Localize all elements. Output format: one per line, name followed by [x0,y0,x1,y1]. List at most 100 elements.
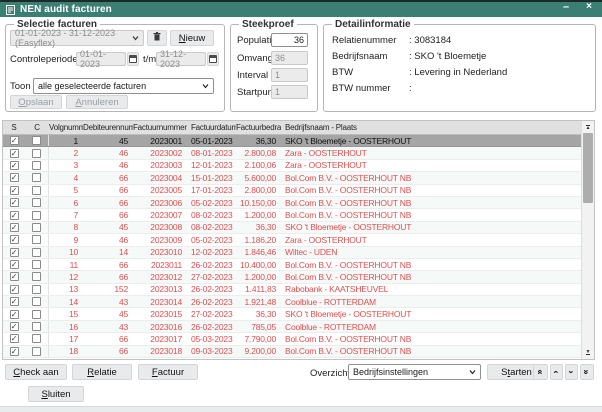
cell-bedrijfsnaam-plaats: SKO 't Bloemetje - OOSTERHOUT [281,309,581,319]
checkbox-checked[interactable]: ✓ [10,149,19,158]
checkbox-unchecked[interactable] [32,322,41,331]
checkbox-checked[interactable]: ✓ [10,211,19,220]
factuur-button[interactable]: Factuur [138,364,198,380]
table-row[interactable]: ✓13152202301326-02-20231.411,83Rabobank … [3,284,581,296]
scrollbar-thumb[interactable] [583,133,593,203]
next-record-button[interactable]: › [565,364,578,380]
cell-volgnummer: 5 [49,185,83,195]
cell-bedrijfsnaam-plaats: Bol.Com B.V. - OOSTERHOUT NB [281,272,581,282]
overzicht-dropdown[interactable]: Bedrijfsinstellingen [348,364,481,380]
checkbox-unchecked[interactable] [32,136,41,145]
table-row[interactable]: ✓946202300905-02-20231.186,20Zara - OOST… [3,234,581,246]
chevron-up-icon: ‹ [553,371,561,374]
checkbox-unchecked[interactable] [32,297,41,306]
vertical-scrollbar[interactable]: ▲ ▼ [581,121,594,359]
cell-factuurbedrag: 2.800,00 [236,185,281,195]
table-row[interactable]: ✓1766202301705-03-20237.790,00Bol.Com B.… [3,333,581,345]
checkbox-unchecked[interactable] [32,235,41,244]
cell-factuurnummer: 2023007 [133,210,187,220]
cell-s: ✓ [3,173,25,182]
checkbox-unchecked[interactable] [32,161,41,170]
minimize-button[interactable]: – [556,0,576,15]
checkbox-checked[interactable]: ✓ [10,260,19,269]
table-row[interactable]: ✓466202300415-01-20235.600,00Bol.Com B.V… [3,172,581,184]
chevron-down-icon [202,84,209,89]
table-row[interactable]: ✓845202300808-02-202336,30SKO 't Bloemet… [3,222,581,234]
table-row[interactable]: ✓346202300312-01-20232.100,06Zara - OOST… [3,160,581,172]
checkbox-unchecked[interactable] [32,260,41,269]
table-row[interactable]: ✓145202300105-01-202336,30SKO 't Bloemet… [3,135,581,147]
table-row[interactable]: ✓1166202301126-02-202310.400,00Bol.Com B… [3,259,581,271]
checkbox-checked[interactable]: ✓ [10,173,19,182]
cell-factuurdatum: 26-02-2023 [187,260,236,270]
toon-dropdown[interactable]: alle geselecteerde facturen [33,78,214,94]
calendar-to-button[interactable] [207,52,219,66]
annuleren-button: Annuleren [66,95,128,109]
period-dropdown[interactable]: 01-01-2023 - 31-12-2023 (Easyflex) [10,30,144,46]
relatie-button[interactable]: Relatie [72,364,132,380]
checkbox-checked[interactable]: ✓ [10,136,19,145]
detailinformatie-group: Detailinformatie Relatienummer: 3083184 … [323,24,596,112]
cell-factuurnummer: 2023004 [133,173,187,183]
delete-selection-button[interactable] [147,30,167,46]
table-row[interactable]: ✓566202300517-01-20232.800,00Bol.Com B.V… [3,185,581,197]
checkbox-unchecked[interactable] [32,173,41,182]
checkbox-unchecked[interactable] [32,248,41,257]
checkbox-unchecked[interactable] [32,285,41,294]
cell-factuurnummer: 2023014 [133,297,187,307]
table-row[interactable]: ✓246202300208-01-20232.800,08Zara - OOST… [3,147,581,159]
checkbox-unchecked[interactable] [32,186,41,195]
table-row[interactable]: ✓1545202301527-02-202336,30SKO 't Bloeme… [3,308,581,320]
table-row[interactable]: ✓1014202301012-02-20231.846,46Wiltec - U… [3,247,581,259]
cell-volgnummer: 15 [49,309,83,319]
table-row[interactable]: ✓666202300605-02-202310.150,00Bol.Com B.… [3,197,581,209]
check-aan-button[interactable]: Check aan [5,364,67,380]
checkbox-checked[interactable]: ✓ [10,310,19,319]
table-row[interactable]: ✓1443202301426-02-20231.921,48Coolblue -… [3,296,581,308]
previous-record-button[interactable]: ‹ [550,364,563,380]
cell-factuurbedrag: 36,30 [236,136,281,146]
checkbox-checked[interactable]: ✓ [10,161,19,170]
last-record-button[interactable]: » [580,364,594,380]
checkbox-unchecked[interactable] [32,310,41,319]
populatie-input[interactable]: 36 [271,33,308,47]
calendar-from-button[interactable] [127,52,139,66]
cell-volgnummer: 17 [49,334,83,344]
table-row[interactable]: ✓766202300708-02-20231.200,00Bol.Com B.V… [3,209,581,221]
cell-factuurnummer: 2023018 [133,346,187,356]
checkbox-unchecked[interactable] [32,272,41,281]
checkbox-checked[interactable]: ✓ [10,334,19,343]
checkbox-unchecked[interactable] [32,198,41,207]
scroll-to-top-button[interactable]: ▲ [582,122,594,133]
checkbox-unchecked[interactable] [32,223,41,232]
checkbox-unchecked[interactable] [32,347,41,356]
checkbox-unchecked[interactable] [32,334,41,343]
table-row[interactable]: ✓1643202301626-02-2023785,05Coolblue - R… [3,321,581,333]
cell-s: ✓ [3,186,25,195]
table-row[interactable]: ✓1266202301227-02-20231.200,00Bol.Com B.… [3,271,581,283]
checkbox-checked[interactable]: ✓ [10,235,19,244]
checkbox-checked[interactable]: ✓ [10,347,19,356]
checkbox-checked[interactable]: ✓ [10,186,19,195]
cell-bedrijfsnaam-plaats: Bol.Com B.V. - OOSTERHOUT NB [281,185,581,195]
checkbox-checked[interactable]: ✓ [10,285,19,294]
nieuw-button[interactable]: Nieuw [170,30,214,46]
cell-s: ✓ [3,235,25,244]
table-row[interactable]: ✓1866202301809-03-20239.200,00Bol.Com B.… [3,346,581,358]
checkbox-checked[interactable]: ✓ [10,272,19,281]
checkbox-checked[interactable]: ✓ [10,248,19,257]
cell-factuurbedrag: 785,05 [236,322,281,332]
checkbox-unchecked[interactable] [32,149,41,158]
checkbox-unchecked[interactable] [32,211,41,220]
period-dropdown-value: 01-01-2023 - 31-12-2023 (Easyflex) [15,28,129,48]
cell-factuurbedrag: 2.100,06 [236,160,281,170]
cell-bedrijfsnaam-plaats: Bol.Com B.V. - OOSTERHOUT NB [281,173,581,183]
scroll-to-bottom-button[interactable]: ▼ [582,347,594,358]
checkbox-checked[interactable]: ✓ [10,198,19,207]
checkbox-checked[interactable]: ✓ [10,223,19,232]
sluiten-button[interactable]: Sluiten [28,386,84,402]
first-record-button[interactable]: « [533,364,548,380]
checkbox-checked[interactable]: ✓ [10,297,19,306]
close-button[interactable]: × [580,0,598,15]
checkbox-checked[interactable]: ✓ [10,322,19,331]
